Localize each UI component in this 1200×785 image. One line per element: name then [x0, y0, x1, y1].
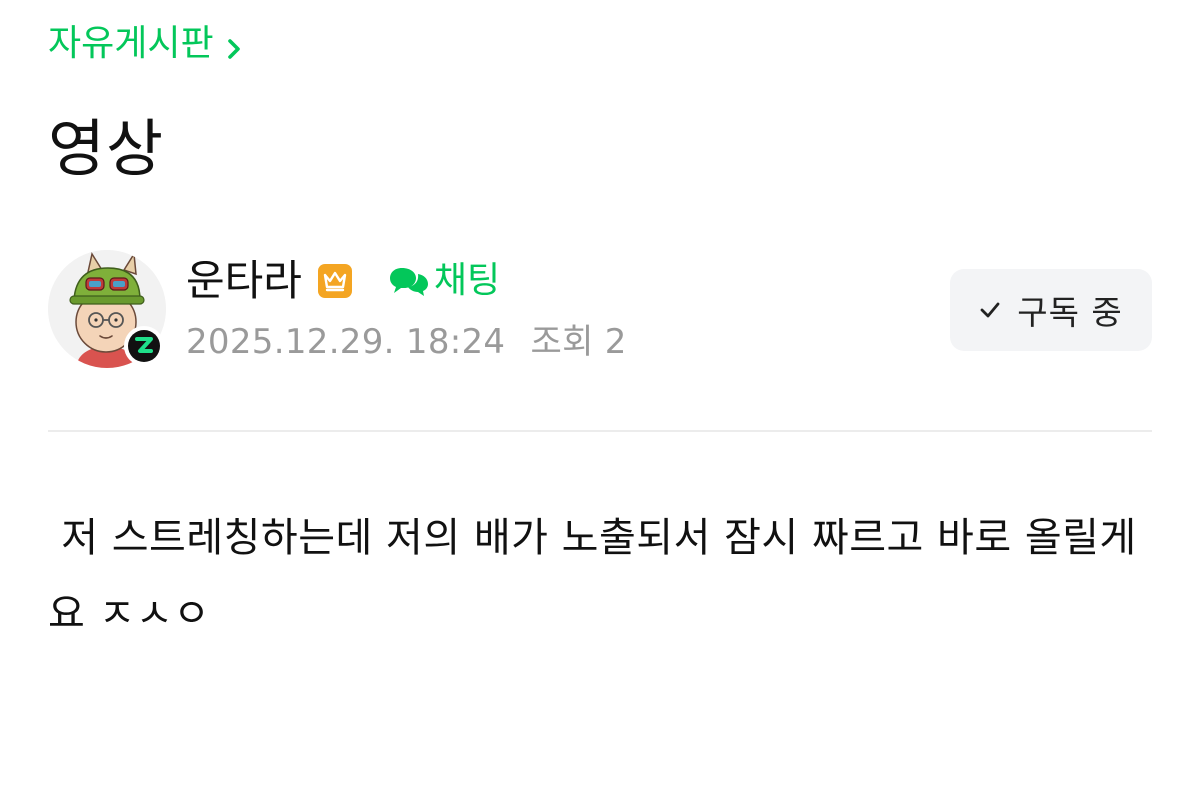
post-meta: 2025.12.29. 18:24 조회 2 [186, 320, 627, 364]
post-page: 자유게시판 영상 운타라 채팅 2025.12.29. 18:24 조회 2 구… [0, 0, 1200, 785]
level-badge-icon [124, 326, 164, 366]
view-count: 2 [604, 322, 627, 362]
subscribe-label: 구독 중 [1017, 293, 1123, 332]
post-body: 저 스트레칭하는데 저의 배가 노출되서 잠시 짜르고 바로 올릴게요 ㅈㅅㅇ [48, 515, 1137, 637]
post-date: 2025.12.29. 18:24 [186, 322, 506, 362]
chevron-right-icon [224, 29, 246, 59]
board-breadcrumb-link[interactable]: 자유게시판 [48, 20, 246, 68]
chat-bubbles-icon [389, 268, 428, 296]
chat-label: 채팅 [433, 260, 501, 301]
crown-icon [317, 264, 352, 298]
author-name-line: 운타라 채팅 [186, 252, 500, 310]
board-name: 자유게시판 [48, 23, 214, 64]
author-avatar[interactable] [48, 250, 166, 368]
subscribe-button[interactable]: 구독 중 [950, 269, 1152, 351]
checkmark-icon [980, 302, 1000, 318]
chat-button[interactable]: 채팅 [388, 252, 500, 310]
post-title: 영상 [48, 112, 165, 185]
view-count-label: 조회 [530, 322, 594, 362]
author-nickname[interactable]: 운타라 [186, 252, 302, 310]
content-divider [48, 430, 1152, 432]
author-info: 운타라 채팅 2025.12.29. 18:24 조회 2 구독 중 [48, 250, 1152, 380]
